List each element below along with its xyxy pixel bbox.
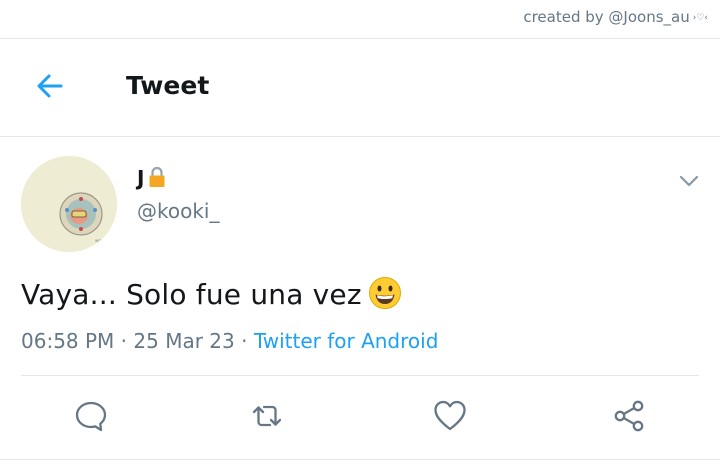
tweet-text-content: Vaya... Solo fue una vez: [21, 278, 362, 311]
header-bar: Tweet: [0, 38, 720, 136]
arrow-left-icon[interactable]: [33, 69, 67, 103]
credit-label: created by @Joons_au: [523, 8, 690, 26]
avatar-image: wm: [21, 156, 117, 252]
chevron-down-icon[interactable]: [678, 173, 700, 189]
tweet-date: 25 Mar 23: [133, 329, 235, 353]
reply-icon[interactable]: [73, 398, 109, 434]
display-name[interactable]: J: [137, 166, 166, 190]
user-handle[interactable]: @kooki_: [137, 199, 219, 223]
tweet-meta: 06:58 PM · 25 Mar 23 · Twitter for Andro…: [21, 329, 438, 353]
meta-divider: [21, 375, 699, 376]
meta-separator: ·: [120, 329, 128, 353]
credit-decoration: ›♡‹: [692, 12, 708, 23]
header-divider: [0, 136, 720, 137]
display-name-text: J: [137, 166, 145, 190]
svg-text:wm: wm: [95, 238, 102, 243]
retweet-icon[interactable]: [249, 398, 285, 434]
avatar[interactable]: wm: [21, 156, 117, 252]
share-icon[interactable]: [611, 398, 647, 434]
grinning-face-emoji: [368, 277, 401, 309]
tweet-text: Vaya... Solo fue una vez: [21, 276, 402, 311]
page-title: Tweet: [126, 71, 210, 100]
heart-icon[interactable]: [432, 398, 468, 434]
tweet-time: 06:58 PM: [21, 329, 115, 353]
bottom-divider: [0, 459, 720, 460]
lock-icon: [149, 166, 165, 187]
meta-separator: ·: [241, 329, 248, 353]
tweet-source-link[interactable]: Twitter for Android: [254, 329, 439, 353]
credit-text: created by @Joons_au ›♡‹: [523, 8, 708, 26]
